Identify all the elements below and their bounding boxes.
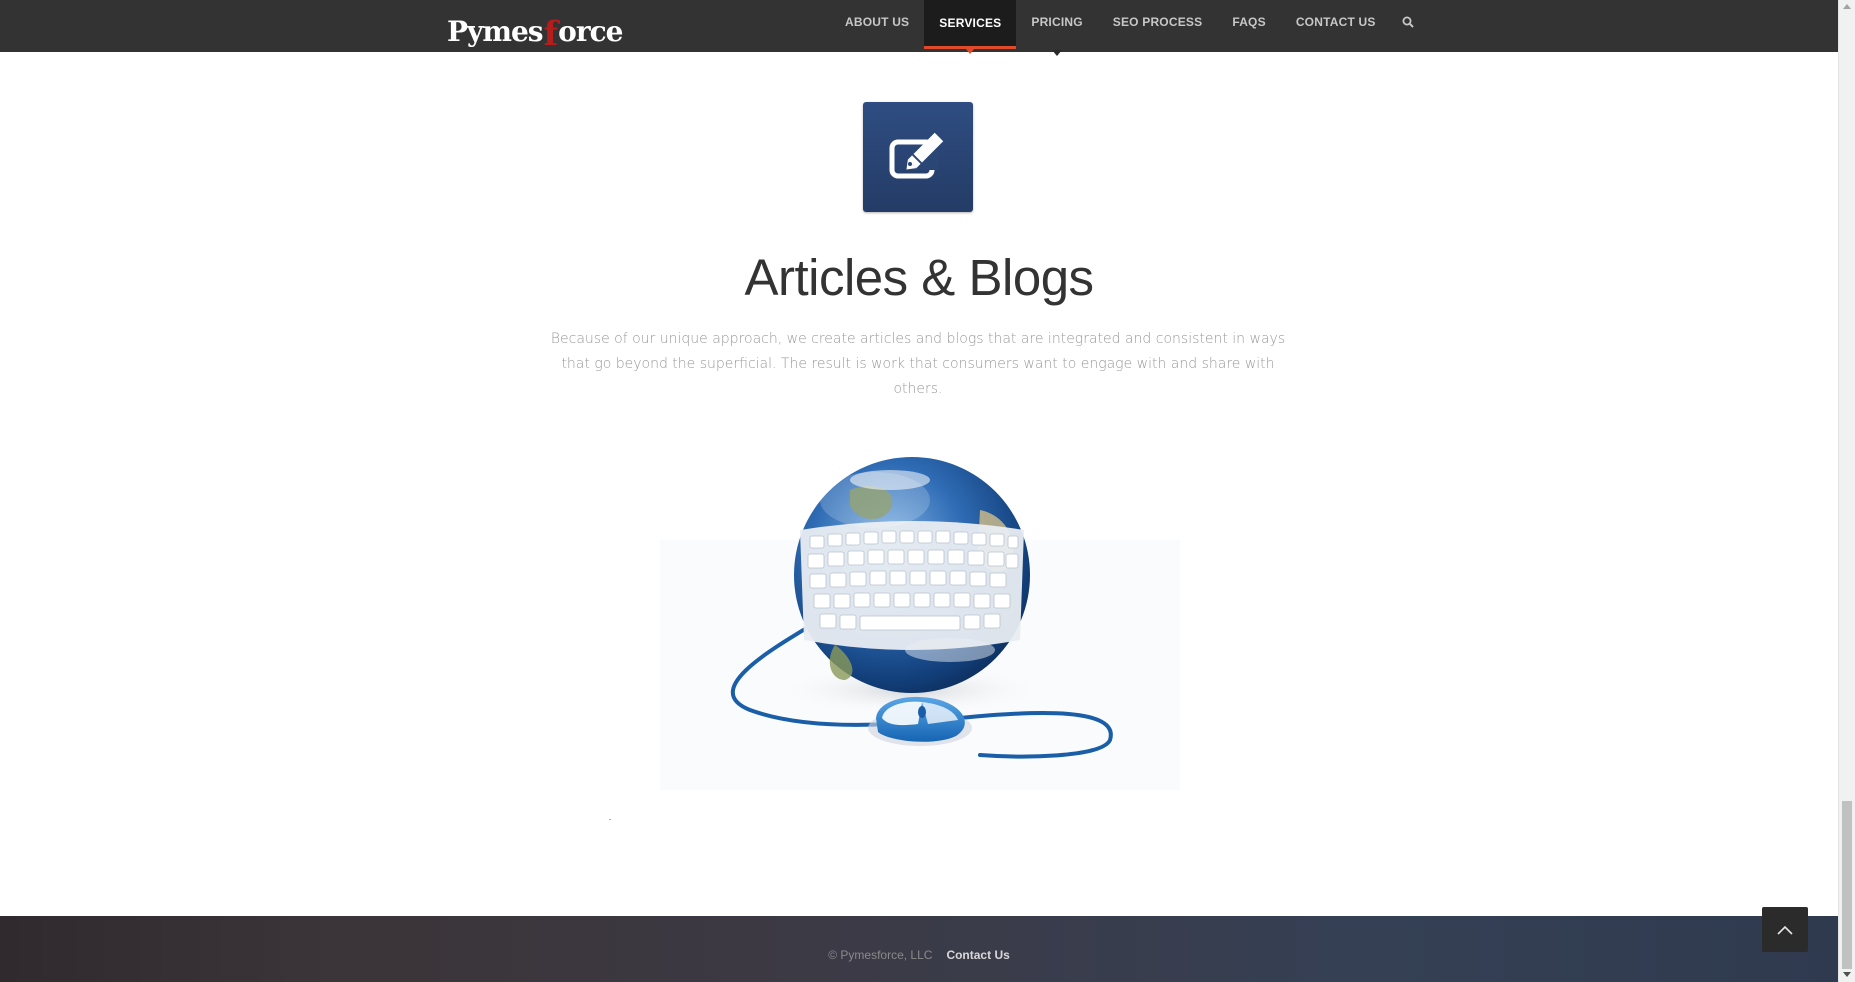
main-nav: ABOUT US SERVICES PRICING SEO PROCESS FA… bbox=[830, 0, 1425, 56]
search-button[interactable] bbox=[1391, 0, 1425, 44]
site-footer: © Pymesforce, LLC Contact Us bbox=[0, 916, 1838, 982]
nav-item-label: SERVICES bbox=[939, 16, 1002, 30]
globe-keyboard-mouse-image bbox=[660, 440, 1180, 790]
feature-icon-box bbox=[863, 102, 973, 212]
logo-mark: f bbox=[543, 14, 559, 54]
nav-item-label: ABOUT US bbox=[845, 15, 910, 29]
nav-item-label: CONTACT US bbox=[1295, 15, 1376, 29]
page: Pymes f orce ABOUT US SERVICES PRICING SEO… bbox=[0, 0, 1838, 982]
copyright-text: © Pymesforce, LLC bbox=[828, 948, 933, 962]
nav-item-about-us[interactable]: ABOUT US bbox=[830, 0, 924, 44]
footer-contact-link[interactable]: Contact Us bbox=[946, 948, 1009, 962]
search-icon bbox=[1402, 16, 1414, 28]
nav-item-label: PRICING bbox=[1031, 15, 1083, 29]
page-scrollbar[interactable] bbox=[1838, 0, 1855, 982]
site-logo[interactable]: Pymes f orce bbox=[447, 10, 623, 54]
nav-item-pricing[interactable]: PRICING bbox=[1016, 0, 1097, 56]
nav-item-seo-process[interactable]: SEO PROCESS bbox=[1098, 0, 1218, 44]
nav-item-contact-us[interactable]: CONTACT US bbox=[1281, 0, 1391, 44]
section-description: Because of our unique approach, we creat… bbox=[550, 331, 1286, 397]
edit-pencil-icon bbox=[889, 132, 944, 179]
scroll-thumb[interactable] bbox=[1842, 801, 1852, 969]
chevron-up-icon bbox=[1777, 925, 1793, 935]
decorative-dot bbox=[609, 819, 611, 820]
nav-item-services[interactable]: SERVICES bbox=[924, 0, 1017, 54]
logo-text-right: orce bbox=[558, 15, 623, 48]
nav-item-label: FAQS bbox=[1232, 15, 1266, 29]
footer-text: © Pymesforce, LLC Contact Us bbox=[0, 948, 1838, 962]
scroll-down-arrow-icon[interactable] bbox=[1843, 972, 1851, 977]
section-title: Articles & Blogs bbox=[744, 249, 1094, 306]
back-to-top-button[interactable] bbox=[1762, 907, 1808, 952]
nav-item-faqs[interactable]: FAQS bbox=[1217, 0, 1280, 44]
active-caret-icon bbox=[966, 49, 975, 54]
site-header: Pymes f orce ABOUT US SERVICES PRICING SEO… bbox=[0, 0, 1838, 56]
nav-item-label: SEO PROCESS bbox=[1112, 15, 1203, 29]
submenu-caret-icon bbox=[1052, 50, 1063, 56]
logo-text-left: Pymes bbox=[447, 15, 544, 48]
scroll-up-arrow-icon[interactable] bbox=[1843, 4, 1851, 9]
